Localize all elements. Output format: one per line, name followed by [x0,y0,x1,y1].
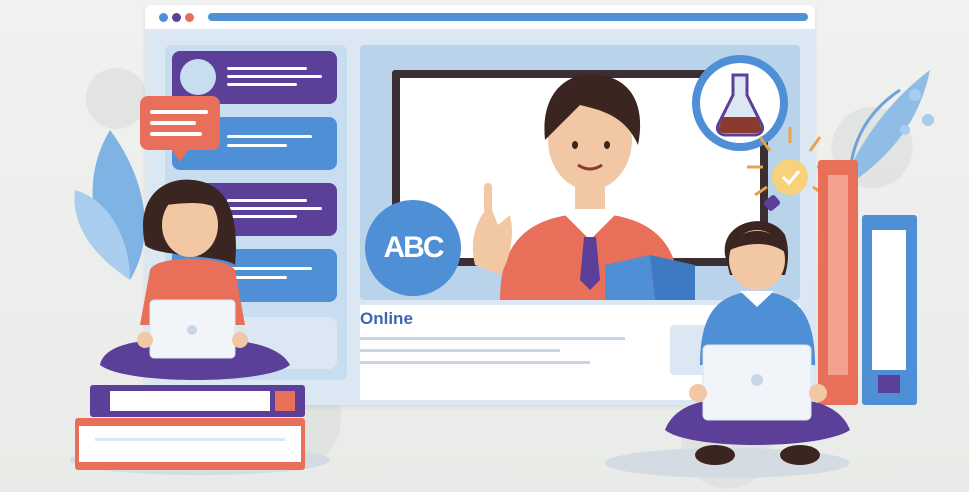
abc-text: ABC [383,231,445,264]
text-line [360,361,590,364]
window-dot-icon[interactable] [159,13,168,22]
page-title: Online [360,309,413,328]
book [75,418,305,470]
address-bar[interactable] [208,13,808,21]
student-girl-illustration [100,179,290,380]
abc-badge: ABC [365,200,461,296]
window-dot-icon[interactable] [172,13,181,22]
browser-toolbar [145,5,815,29]
text-line [360,337,625,340]
binder [862,215,917,405]
avatar-icon [180,59,216,95]
text-line [360,349,560,352]
window-dot-icon[interactable] [185,13,194,22]
student-boy-illustration [665,221,850,465]
chat-bubble-icon [140,96,220,162]
